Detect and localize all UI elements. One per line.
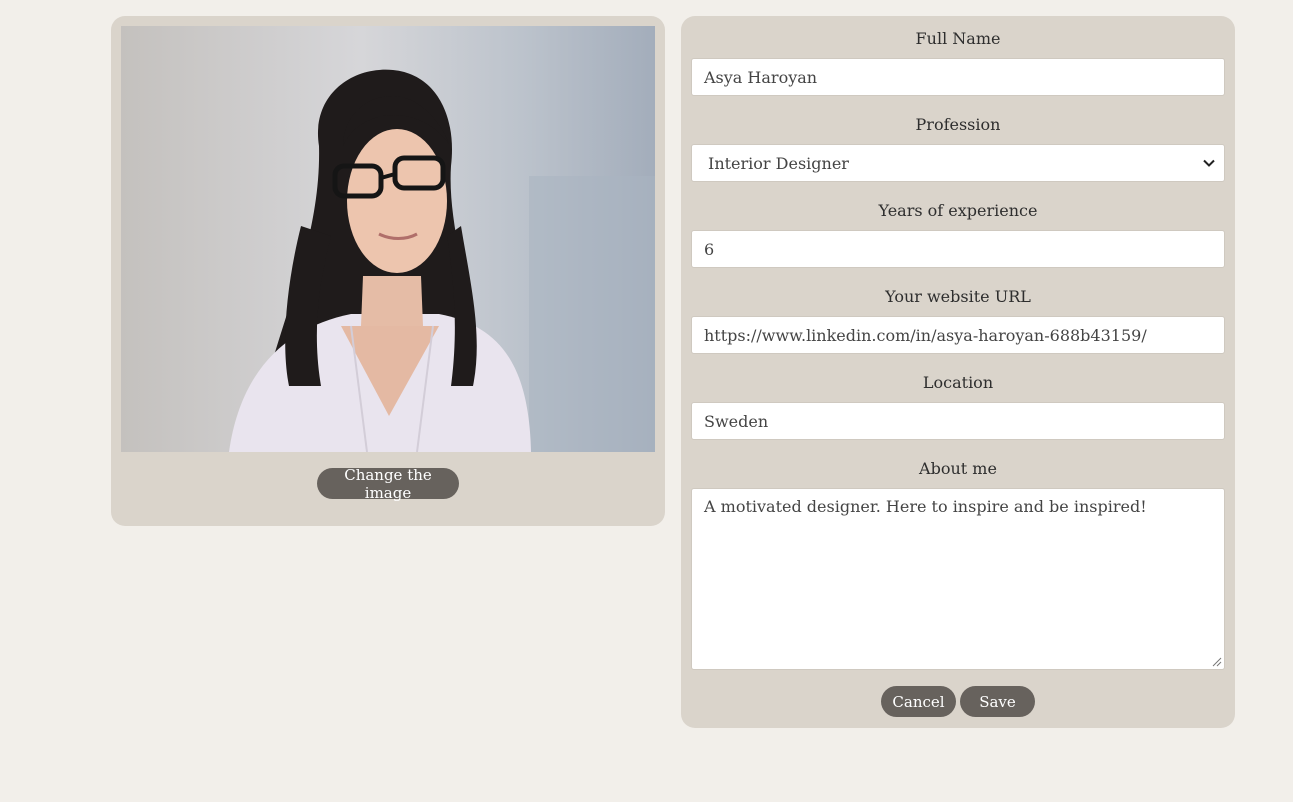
profile-photo: [121, 26, 655, 452]
chevron-down-icon: [1203, 159, 1215, 167]
about-me-value: A motivated designer. Here to inspire an…: [704, 497, 1147, 516]
profession-selected-value: Interior Designer: [708, 153, 849, 173]
experience-label: Years of experience: [878, 201, 1038, 220]
profile-form-card: Full Name Asya Haroyan Profession Interi…: [681, 16, 1235, 728]
location-field[interactable]: Sweden: [691, 402, 1225, 440]
website-url-field[interactable]: https://www.linkedin.com/in/asya-haroyan…: [691, 316, 1225, 354]
full-name-field[interactable]: Asya Haroyan: [691, 58, 1225, 96]
profile-image-card: Change the image: [111, 16, 665, 526]
experience-value: 6: [704, 239, 715, 259]
change-image-button[interactable]: Change the image: [317, 466, 459, 502]
website-label: Your website URL: [885, 287, 1031, 306]
full-name-value: Asya Haroyan: [704, 67, 818, 87]
resize-handle-icon[interactable]: [1212, 657, 1222, 667]
about-label: About me: [919, 459, 997, 478]
about-me-textarea[interactable]: A motivated designer. Here to inspire an…: [691, 488, 1225, 670]
cancel-button[interactable]: Cancel: [881, 686, 956, 717]
website-url-value: https://www.linkedin.com/in/asya-haroyan…: [704, 325, 1147, 345]
profession-select[interactable]: Interior Designer: [691, 144, 1225, 182]
experience-field[interactable]: 6: [691, 230, 1225, 268]
save-button[interactable]: Save: [960, 686, 1035, 717]
location-label: Location: [922, 373, 994, 392]
profession-label: Profession: [915, 115, 1001, 134]
location-value: Sweden: [704, 411, 769, 431]
full-name-label: Full Name: [915, 29, 1001, 48]
